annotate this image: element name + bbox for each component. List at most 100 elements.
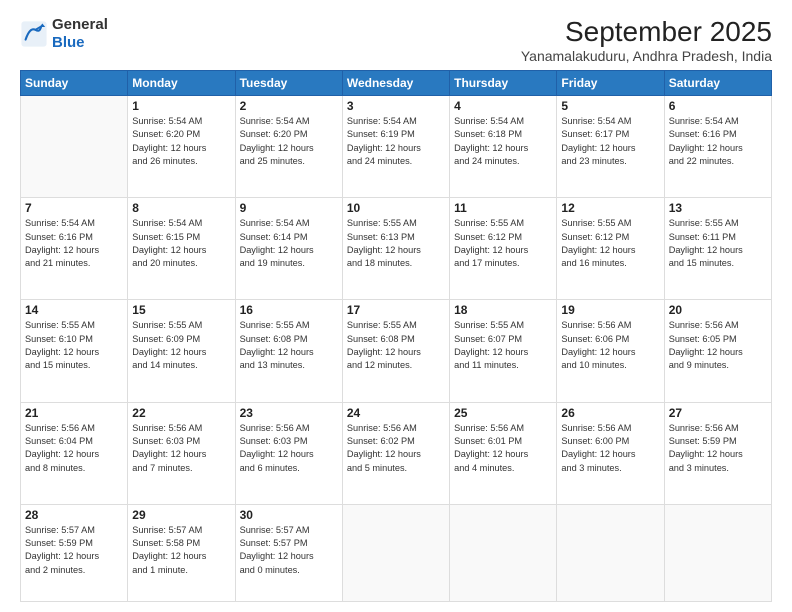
header: General Blue September 2025 Yanamalakudu…	[20, 16, 772, 64]
day-number: 21	[25, 406, 123, 420]
page-subtitle: Yanamalakuduru, Andhra Pradesh, India	[521, 48, 772, 64]
day-detail: Sunrise: 5:54 AM Sunset: 6:20 PM Dayligh…	[240, 115, 338, 168]
day-detail: Sunrise: 5:55 AM Sunset: 6:08 PM Dayligh…	[240, 319, 338, 372]
logo: General Blue	[20, 16, 108, 52]
day-number: 19	[561, 303, 659, 317]
day-number: 12	[561, 201, 659, 215]
calendar-cell: 3 Sunrise: 5:54 AM Sunset: 6:19 PM Daylig…	[342, 96, 449, 198]
day-number: 7	[25, 201, 123, 215]
day-detail: Sunrise: 5:57 AM Sunset: 5:57 PM Dayligh…	[240, 524, 338, 577]
calendar-day-header: Monday	[128, 71, 235, 96]
day-number: 3	[347, 99, 445, 113]
calendar-cell	[664, 504, 771, 601]
calendar-cell: 21 Sunrise: 5:56 AM Sunset: 6:04 PM Dayli…	[21, 402, 128, 504]
day-detail: Sunrise: 5:55 AM Sunset: 6:13 PM Dayligh…	[347, 217, 445, 270]
calendar-table: SundayMondayTuesdayWednesdayThursdayFrid…	[20, 70, 772, 602]
calendar-day-header: Saturday	[664, 71, 771, 96]
day-detail: Sunrise: 5:57 AM Sunset: 5:59 PM Dayligh…	[25, 524, 123, 577]
day-detail: Sunrise: 5:56 AM Sunset: 6:05 PM Dayligh…	[669, 319, 767, 372]
calendar-cell	[557, 504, 664, 601]
day-detail: Sunrise: 5:54 AM Sunset: 6:20 PM Dayligh…	[132, 115, 230, 168]
calendar-cell: 22 Sunrise: 5:56 AM Sunset: 6:03 PM Dayli…	[128, 402, 235, 504]
calendar-cell: 29Sunrise: 5:57 AM Sunset: 5:58 PM Dayli…	[128, 504, 235, 601]
day-number: 25	[454, 406, 552, 420]
day-number: 4	[454, 99, 552, 113]
calendar-day-header: Friday	[557, 71, 664, 96]
logo-blue: Blue	[52, 34, 85, 51]
calendar-cell: 8Sunrise: 5:54 AM Sunset: 6:15 PM Daylig…	[128, 198, 235, 300]
day-detail: Sunrise: 5:54 AM Sunset: 6:14 PM Dayligh…	[240, 217, 338, 270]
calendar-cell: 28Sunrise: 5:57 AM Sunset: 5:59 PM Dayli…	[21, 504, 128, 601]
calendar-day-header: Sunday	[21, 71, 128, 96]
calendar-cell: 16 Sunrise: 5:55 AM Sunset: 6:08 PM Dayli…	[235, 300, 342, 402]
calendar-cell: 17Sunrise: 5:55 AM Sunset: 6:08 PM Dayli…	[342, 300, 449, 402]
day-number: 15	[132, 303, 230, 317]
day-detail: Sunrise: 5:56 AM Sunset: 5:59 PM Dayligh…	[669, 422, 767, 475]
calendar-cell	[450, 504, 557, 601]
calendar-cell: 15 Sunrise: 5:55 AM Sunset: 6:09 PM Dayli…	[128, 300, 235, 402]
calendar-cell: 13 Sunrise: 5:55 AM Sunset: 6:11 PM Dayli…	[664, 198, 771, 300]
day-detail: Sunrise: 5:56 AM Sunset: 6:01 PM Dayligh…	[454, 422, 552, 475]
day-number: 6	[669, 99, 767, 113]
calendar-cell: 6Sunrise: 5:54 AM Sunset: 6:16 PM Daylig…	[664, 96, 771, 198]
calendar-cell	[342, 504, 449, 601]
day-number: 16	[240, 303, 338, 317]
day-detail: Sunrise: 5:55 AM Sunset: 6:10 PM Dayligh…	[25, 319, 123, 372]
day-number: 22	[132, 406, 230, 420]
calendar-day-header: Tuesday	[235, 71, 342, 96]
calendar-cell: 14 Sunrise: 5:55 AM Sunset: 6:10 PM Dayli…	[21, 300, 128, 402]
calendar-cell: 27 Sunrise: 5:56 AM Sunset: 5:59 PM Dayli…	[664, 402, 771, 504]
day-number: 1	[132, 99, 230, 113]
day-detail: Sunrise: 5:54 AM Sunset: 6:17 PM Dayligh…	[561, 115, 659, 168]
day-number: 14	[25, 303, 123, 317]
title-block: September 2025 Yanamalakuduru, Andhra Pr…	[521, 16, 772, 64]
week-row: 14 Sunrise: 5:55 AM Sunset: 6:10 PM Dayli…	[21, 300, 772, 402]
calendar-cell: 4 Sunrise: 5:54 AM Sunset: 6:18 PM Daylig…	[450, 96, 557, 198]
logo-text: General Blue	[52, 16, 108, 52]
calendar-day-header: Wednesday	[342, 71, 449, 96]
day-detail: Sunrise: 5:55 AM Sunset: 6:08 PM Dayligh…	[347, 319, 445, 372]
day-number: 13	[669, 201, 767, 215]
calendar-cell: 25 Sunrise: 5:56 AM Sunset: 6:01 PM Dayli…	[450, 402, 557, 504]
day-detail: Sunrise: 5:55 AM Sunset: 6:07 PM Dayligh…	[454, 319, 552, 372]
week-row: 21 Sunrise: 5:56 AM Sunset: 6:04 PM Dayli…	[21, 402, 772, 504]
calendar-cell: 1 Sunrise: 5:54 AM Sunset: 6:20 PM Daylig…	[128, 96, 235, 198]
calendar-cell: 23Sunrise: 5:56 AM Sunset: 6:03 PM Dayli…	[235, 402, 342, 504]
day-number: 11	[454, 201, 552, 215]
day-number: 30	[240, 508, 338, 522]
day-number: 24	[347, 406, 445, 420]
week-row: 7 Sunrise: 5:54 AM Sunset: 6:16 PM Daylig…	[21, 198, 772, 300]
day-detail: Sunrise: 5:56 AM Sunset: 6:03 PM Dayligh…	[132, 422, 230, 475]
day-detail: Sunrise: 5:54 AM Sunset: 6:16 PM Dayligh…	[25, 217, 123, 270]
day-number: 2	[240, 99, 338, 113]
calendar-cell	[21, 96, 128, 198]
week-row: 1 Sunrise: 5:54 AM Sunset: 6:20 PM Daylig…	[21, 96, 772, 198]
day-number: 26	[561, 406, 659, 420]
day-number: 10	[347, 201, 445, 215]
calendar-cell: 20Sunrise: 5:56 AM Sunset: 6:05 PM Dayli…	[664, 300, 771, 402]
day-detail: Sunrise: 5:55 AM Sunset: 6:12 PM Dayligh…	[454, 217, 552, 270]
day-detail: Sunrise: 5:56 AM Sunset: 6:02 PM Dayligh…	[347, 422, 445, 475]
logo-general: General	[52, 16, 108, 33]
day-detail: Sunrise: 5:54 AM Sunset: 6:15 PM Dayligh…	[132, 217, 230, 270]
day-number: 18	[454, 303, 552, 317]
day-detail: Sunrise: 5:56 AM Sunset: 6:04 PM Dayligh…	[25, 422, 123, 475]
day-detail: Sunrise: 5:55 AM Sunset: 6:09 PM Dayligh…	[132, 319, 230, 372]
day-detail: Sunrise: 5:55 AM Sunset: 6:11 PM Dayligh…	[669, 217, 767, 270]
day-detail: Sunrise: 5:56 AM Sunset: 6:03 PM Dayligh…	[240, 422, 338, 475]
calendar-cell: 10 Sunrise: 5:55 AM Sunset: 6:13 PM Dayli…	[342, 198, 449, 300]
calendar-cell: 7 Sunrise: 5:54 AM Sunset: 6:16 PM Daylig…	[21, 198, 128, 300]
calendar-cell: 19 Sunrise: 5:56 AM Sunset: 6:06 PM Dayli…	[557, 300, 664, 402]
day-detail: Sunrise: 5:57 AM Sunset: 5:58 PM Dayligh…	[132, 524, 230, 577]
calendar-cell: 2 Sunrise: 5:54 AM Sunset: 6:20 PM Daylig…	[235, 96, 342, 198]
calendar-cell: 18 Sunrise: 5:55 AM Sunset: 6:07 PM Dayli…	[450, 300, 557, 402]
day-number: 9	[240, 201, 338, 215]
calendar-cell: 24 Sunrise: 5:56 AM Sunset: 6:02 PM Dayli…	[342, 402, 449, 504]
calendar-cell: 12Sunrise: 5:55 AM Sunset: 6:12 PM Dayli…	[557, 198, 664, 300]
day-detail: Sunrise: 5:54 AM Sunset: 6:19 PM Dayligh…	[347, 115, 445, 168]
page: General Blue September 2025 Yanamalakudu…	[0, 0, 792, 612]
day-detail: Sunrise: 5:54 AM Sunset: 6:18 PM Dayligh…	[454, 115, 552, 168]
day-number: 27	[669, 406, 767, 420]
day-detail: Sunrise: 5:56 AM Sunset: 6:06 PM Dayligh…	[561, 319, 659, 372]
day-number: 5	[561, 99, 659, 113]
